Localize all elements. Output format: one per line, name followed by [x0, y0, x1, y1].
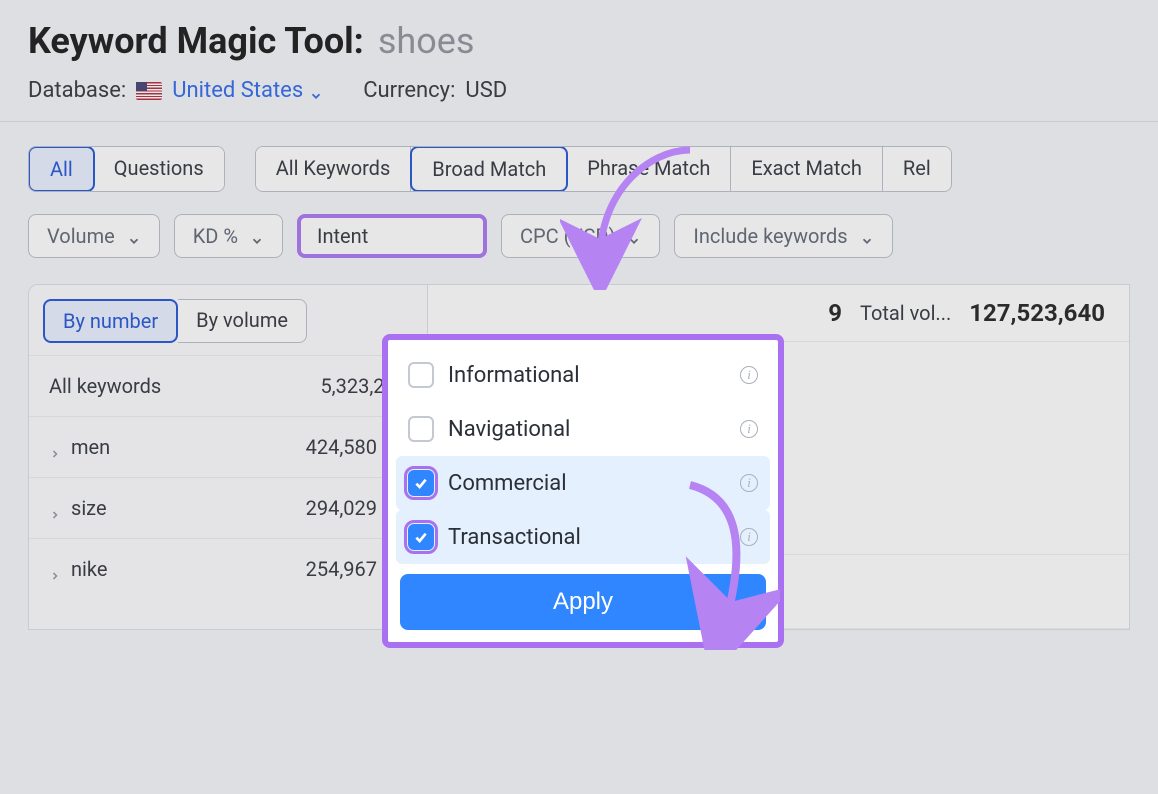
info-icon[interactable]: i: [740, 366, 758, 384]
filter-include-keywords[interactable]: Include keywords: [674, 214, 892, 258]
group-count: 294,029: [306, 496, 377, 520]
chevron-down-icon: [127, 229, 141, 243]
currency-value: USD: [465, 78, 507, 103]
all-keywords-label: All keywords: [49, 374, 161, 398]
page-header: Keyword Magic Tool: shoes Database: Unit…: [0, 0, 1158, 122]
partial-count: 9: [828, 299, 842, 327]
page-title-keyword: shoes: [378, 20, 475, 62]
chevron-down-icon: [309, 84, 323, 98]
checkbox[interactable]: [408, 416, 434, 442]
filter-intent-label: Intent: [317, 224, 368, 248]
total-volume-label: Total vol...: [860, 301, 951, 325]
filter-volume-label: Volume: [47, 224, 115, 248]
side-row-all-keywords[interactable]: All keywords 5,323,289: [29, 355, 427, 416]
intent-label: Transactional: [448, 525, 726, 550]
chevron-right-icon: [49, 502, 61, 514]
side-tab-by-number[interactable]: By number: [43, 299, 178, 343]
currency-label: Currency:: [363, 78, 455, 103]
checkbox-checked[interactable]: [408, 470, 434, 496]
side-row[interactable]: men 424,580: [29, 416, 427, 477]
tab-broad-match[interactable]: Broad Match: [410, 146, 568, 192]
info-icon[interactable]: i: [740, 474, 758, 492]
tab-group-match: All Keywords Broad Match Phrase Match Ex…: [255, 146, 952, 192]
intent-label: Commercial: [448, 471, 726, 496]
intent-option-commercial[interactable]: Commercial i: [396, 456, 770, 510]
info-icon[interactable]: i: [740, 528, 758, 546]
side-row[interactable]: nike 254,967: [29, 538, 427, 599]
chevron-down-icon: [627, 229, 641, 243]
tab-group-type: All Questions: [28, 146, 225, 192]
group-keyword: men: [71, 435, 110, 459]
tab-all[interactable]: All: [28, 146, 95, 192]
checkbox[interactable]: [408, 362, 434, 388]
filter-kd-label: KD %: [193, 224, 238, 248]
group-keyword: size: [71, 496, 107, 520]
tab-exact-match[interactable]: Exact Match: [731, 147, 883, 191]
intent-label: Navigational: [448, 417, 726, 442]
apply-button[interactable]: Apply: [400, 574, 766, 630]
filter-cpc-label: CPC (USD): [520, 224, 615, 248]
filter-include-label: Include keywords: [693, 224, 847, 248]
filter-volume[interactable]: Volume: [28, 214, 160, 258]
tab-questions[interactable]: Questions: [94, 147, 224, 191]
database-value: United States: [172, 78, 303, 103]
side-row[interactable]: size 294,029: [29, 477, 427, 538]
chevron-down-icon: [250, 229, 264, 243]
total-volume-value: 127,523,640: [969, 299, 1105, 327]
currency-display: Currency: USD: [363, 78, 507, 103]
page-title: Keyword Magic Tool:: [28, 20, 364, 62]
chevron-right-icon: [49, 441, 61, 453]
intent-label: Informational: [448, 363, 726, 388]
group-keyword: nike: [71, 557, 107, 581]
filter-kd[interactable]: KD %: [174, 214, 283, 258]
group-count: 424,580: [306, 435, 377, 459]
database-selector[interactable]: Database: United States: [28, 78, 323, 103]
intent-option-informational[interactable]: Informational i: [396, 348, 770, 402]
keyword-groups-panel: By number By volume All keywords 5,323,2…: [28, 284, 428, 630]
chevron-right-icon: [49, 563, 61, 575]
side-tab-by-volume[interactable]: By volume: [178, 299, 307, 343]
tab-related[interactable]: Rel: [883, 147, 951, 191]
database-label: Database:: [28, 78, 126, 103]
checkbox-checked[interactable]: [408, 524, 434, 550]
intent-dropdown: Informational i Navigational i Commercia…: [382, 334, 784, 648]
flag-us-icon: [136, 82, 162, 100]
filter-cpc[interactable]: CPC (USD): [501, 214, 660, 258]
tab-all-keywords[interactable]: All Keywords: [256, 147, 412, 191]
info-icon[interactable]: i: [740, 420, 758, 438]
chevron-down-icon: [860, 229, 874, 243]
intent-option-navigational[interactable]: Navigational i: [396, 402, 770, 456]
tab-phrase-match[interactable]: Phrase Match: [567, 147, 731, 191]
filter-intent[interactable]: Intent: [297, 214, 487, 258]
group-count: 254,967: [306, 557, 377, 581]
intent-option-transactional[interactable]: Transactional i: [396, 510, 770, 564]
